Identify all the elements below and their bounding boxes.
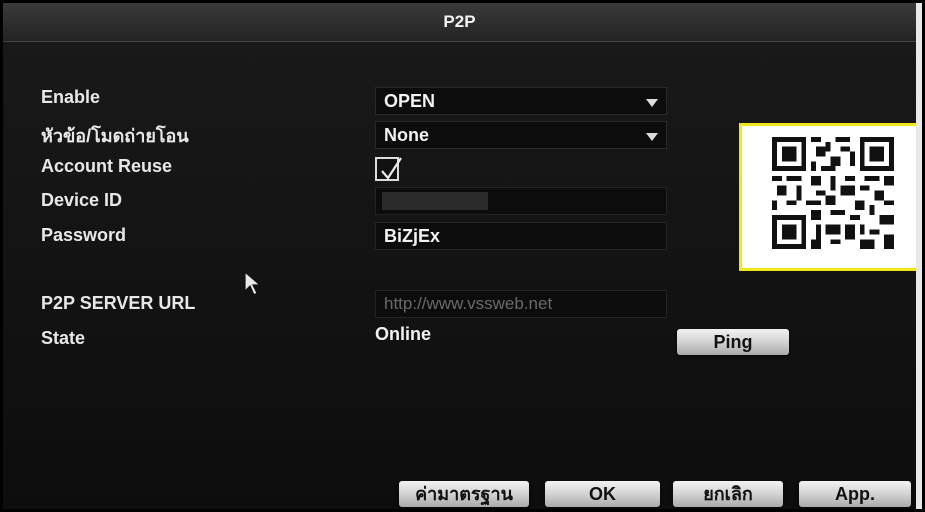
title-bar: P2P [3,3,916,42]
enable-label: Enable [41,87,101,107]
app-button[interactable]: App. [799,481,911,507]
ping-button[interactable]: Ping [677,329,789,355]
dialog-title: P2P [443,12,476,31]
server-url-label: P2P SERVER URL [41,293,196,313]
server-url-value: http://www.vssweb.net [384,294,553,313]
enable-dropdown[interactable]: OPEN [375,87,667,115]
state-value: Online [375,324,432,344]
p2p-dialog: P2P Enable OPEN หัวข้อ/โมดถ่ายโอน None A… [3,3,922,509]
account-reuse-label: Account Reuse [41,156,173,176]
device-id-redaction [382,192,488,210]
device-id-field [375,187,667,215]
server-url-field[interactable]: http://www.vssweb.net [375,290,667,318]
checkmark-icon [381,157,402,180]
transfer-mode-label: หัวข้อ/โมดถ่ายโอน [41,126,189,146]
password-field[interactable]: BiZjEx [375,222,667,250]
chevron-down-icon [646,133,658,141]
ok-button[interactable]: OK [545,481,660,507]
chevron-down-icon [646,99,658,107]
device-id-label: Device ID [41,190,123,210]
transfer-mode-dropdown[interactable]: None [375,121,667,149]
account-reuse-checkbox[interactable] [375,157,402,181]
password-value: BiZjEx [384,226,441,246]
transfer-mode-value: None [384,125,429,145]
password-label: Password [41,225,127,245]
qr-code-panel [739,123,916,271]
default-button[interactable]: ค่ามาตรฐาน [399,481,529,507]
enable-value: OPEN [384,91,436,111]
cancel-button[interactable]: ยกเลิก [673,481,783,507]
state-label: State [41,328,86,348]
mouse-pointer-icon [244,271,262,296]
qr-code-icon [772,137,894,249]
